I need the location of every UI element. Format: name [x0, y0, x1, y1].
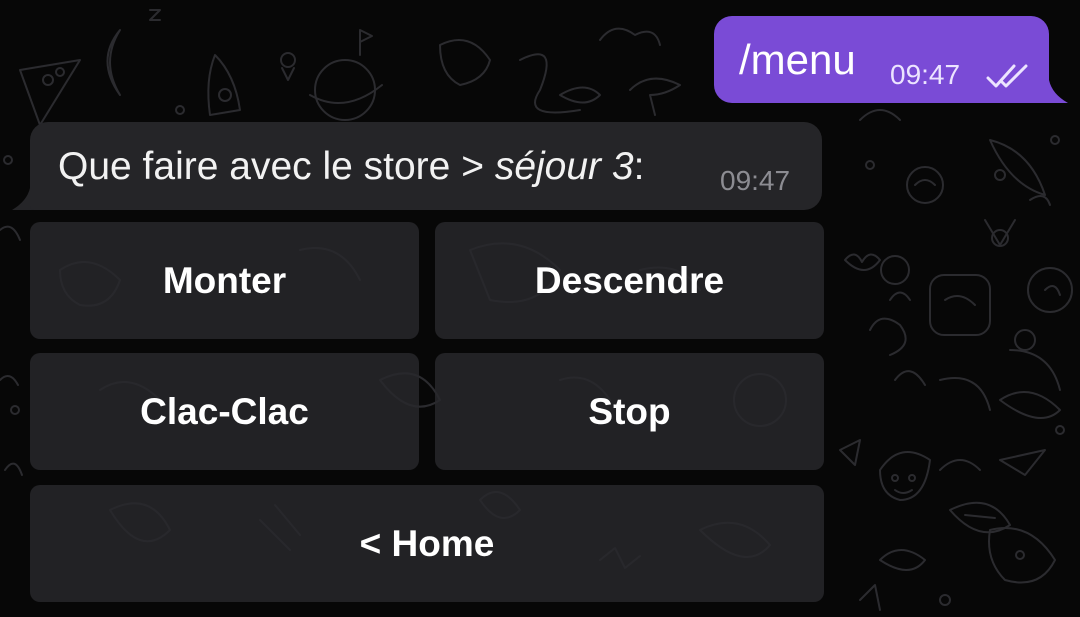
clac-clac-button-label: Clac-Clac: [140, 390, 309, 432]
descendre-button[interactable]: Descendre: [435, 222, 824, 339]
monter-button-label: Monter: [162, 259, 287, 301]
incoming-text-before: Que faire avec le store >: [58, 145, 495, 188]
stop-button[interactable]: Stop: [435, 353, 824, 470]
incoming-text-italic: séjour 3: [494, 145, 634, 188]
double-check-icon: [986, 64, 1028, 88]
home-button-label: < Home: [359, 522, 495, 564]
stop-button-label: Stop: [588, 390, 671, 432]
clac-clac-button[interactable]: Clac-Clac: [30, 353, 419, 470]
outgoing-message-bubble[interactable]: /menu 09:47: [714, 16, 1049, 103]
incoming-message-text: Que faire avec le store > séjour 3:: [58, 144, 644, 190]
outgoing-message-time: 09:47: [890, 59, 961, 90]
incoming-message-time: 09:47: [720, 165, 791, 196]
descendre-button-label: Descendre: [534, 259, 725, 301]
monter-button[interactable]: Monter: [30, 222, 419, 339]
incoming-message-bubble[interactable]: Que faire avec le store > séjour 3: 09:4…: [30, 122, 822, 210]
outgoing-bubble-tail: [1040, 80, 1068, 103]
incoming-text-after: :: [633, 145, 645, 188]
home-button[interactable]: < Home: [30, 485, 824, 602]
outgoing-message-text: /menu: [739, 36, 856, 83]
